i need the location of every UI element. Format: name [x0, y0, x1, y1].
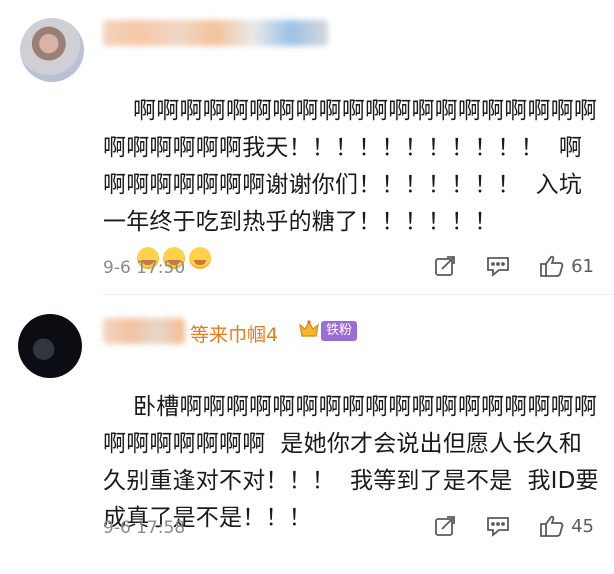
comment-button[interactable]: [485, 514, 511, 538]
like-count: 61: [571, 255, 594, 277]
divider: [103, 294, 614, 295]
username-blurred[interactable]: [103, 20, 328, 46]
like-count: 45: [571, 515, 594, 537]
fan-badge: 铁粉: [321, 321, 358, 341]
comment-text-content: 卧槽啊啊啊啊啊啊啊啊啊啊啊啊啊啊啊啊啊啊啊啊啊啊啊啊啊 是她你才会说出但愿人长久…: [103, 394, 599, 531]
emoji-crying-face-icon: [189, 246, 212, 269]
comment-text: 卧槽啊啊啊啊啊啊啊啊啊啊啊啊啊啊啊啊啊啊啊啊啊啊啊啊啊 是她你才会说出但愿人长久…: [103, 352, 603, 574]
nickname[interactable]: 等来巾帼4: [190, 320, 278, 347]
action-bar: 45: [433, 514, 594, 538]
action-bar: 61: [433, 254, 594, 278]
like-button[interactable]: 45: [539, 514, 594, 538]
share-icon: [433, 254, 457, 278]
comment-icon: [485, 254, 511, 278]
username-blurred[interactable]: [103, 318, 185, 344]
avatar[interactable]: [18, 314, 82, 378]
share-button[interactable]: [433, 514, 457, 538]
like-icon: [539, 514, 565, 538]
comment-button[interactable]: [485, 254, 511, 278]
share-icon: [433, 514, 457, 538]
share-button[interactable]: [433, 254, 457, 278]
comment-text-content: 啊啊啊啊啊啊啊啊啊啊啊啊啊啊啊啊啊啊啊啊啊啊啊啊啊啊我天！！！！！！！！！！！ …: [103, 98, 598, 235]
avatar[interactable]: [20, 18, 84, 82]
like-icon: [539, 254, 565, 278]
timestamp: 9-6 17:58: [103, 518, 186, 538]
comment-icon: [485, 514, 511, 538]
crown-icon: [297, 317, 321, 341]
timestamp: 9-6 17:50: [103, 258, 186, 278]
like-button[interactable]: 61: [539, 254, 594, 278]
